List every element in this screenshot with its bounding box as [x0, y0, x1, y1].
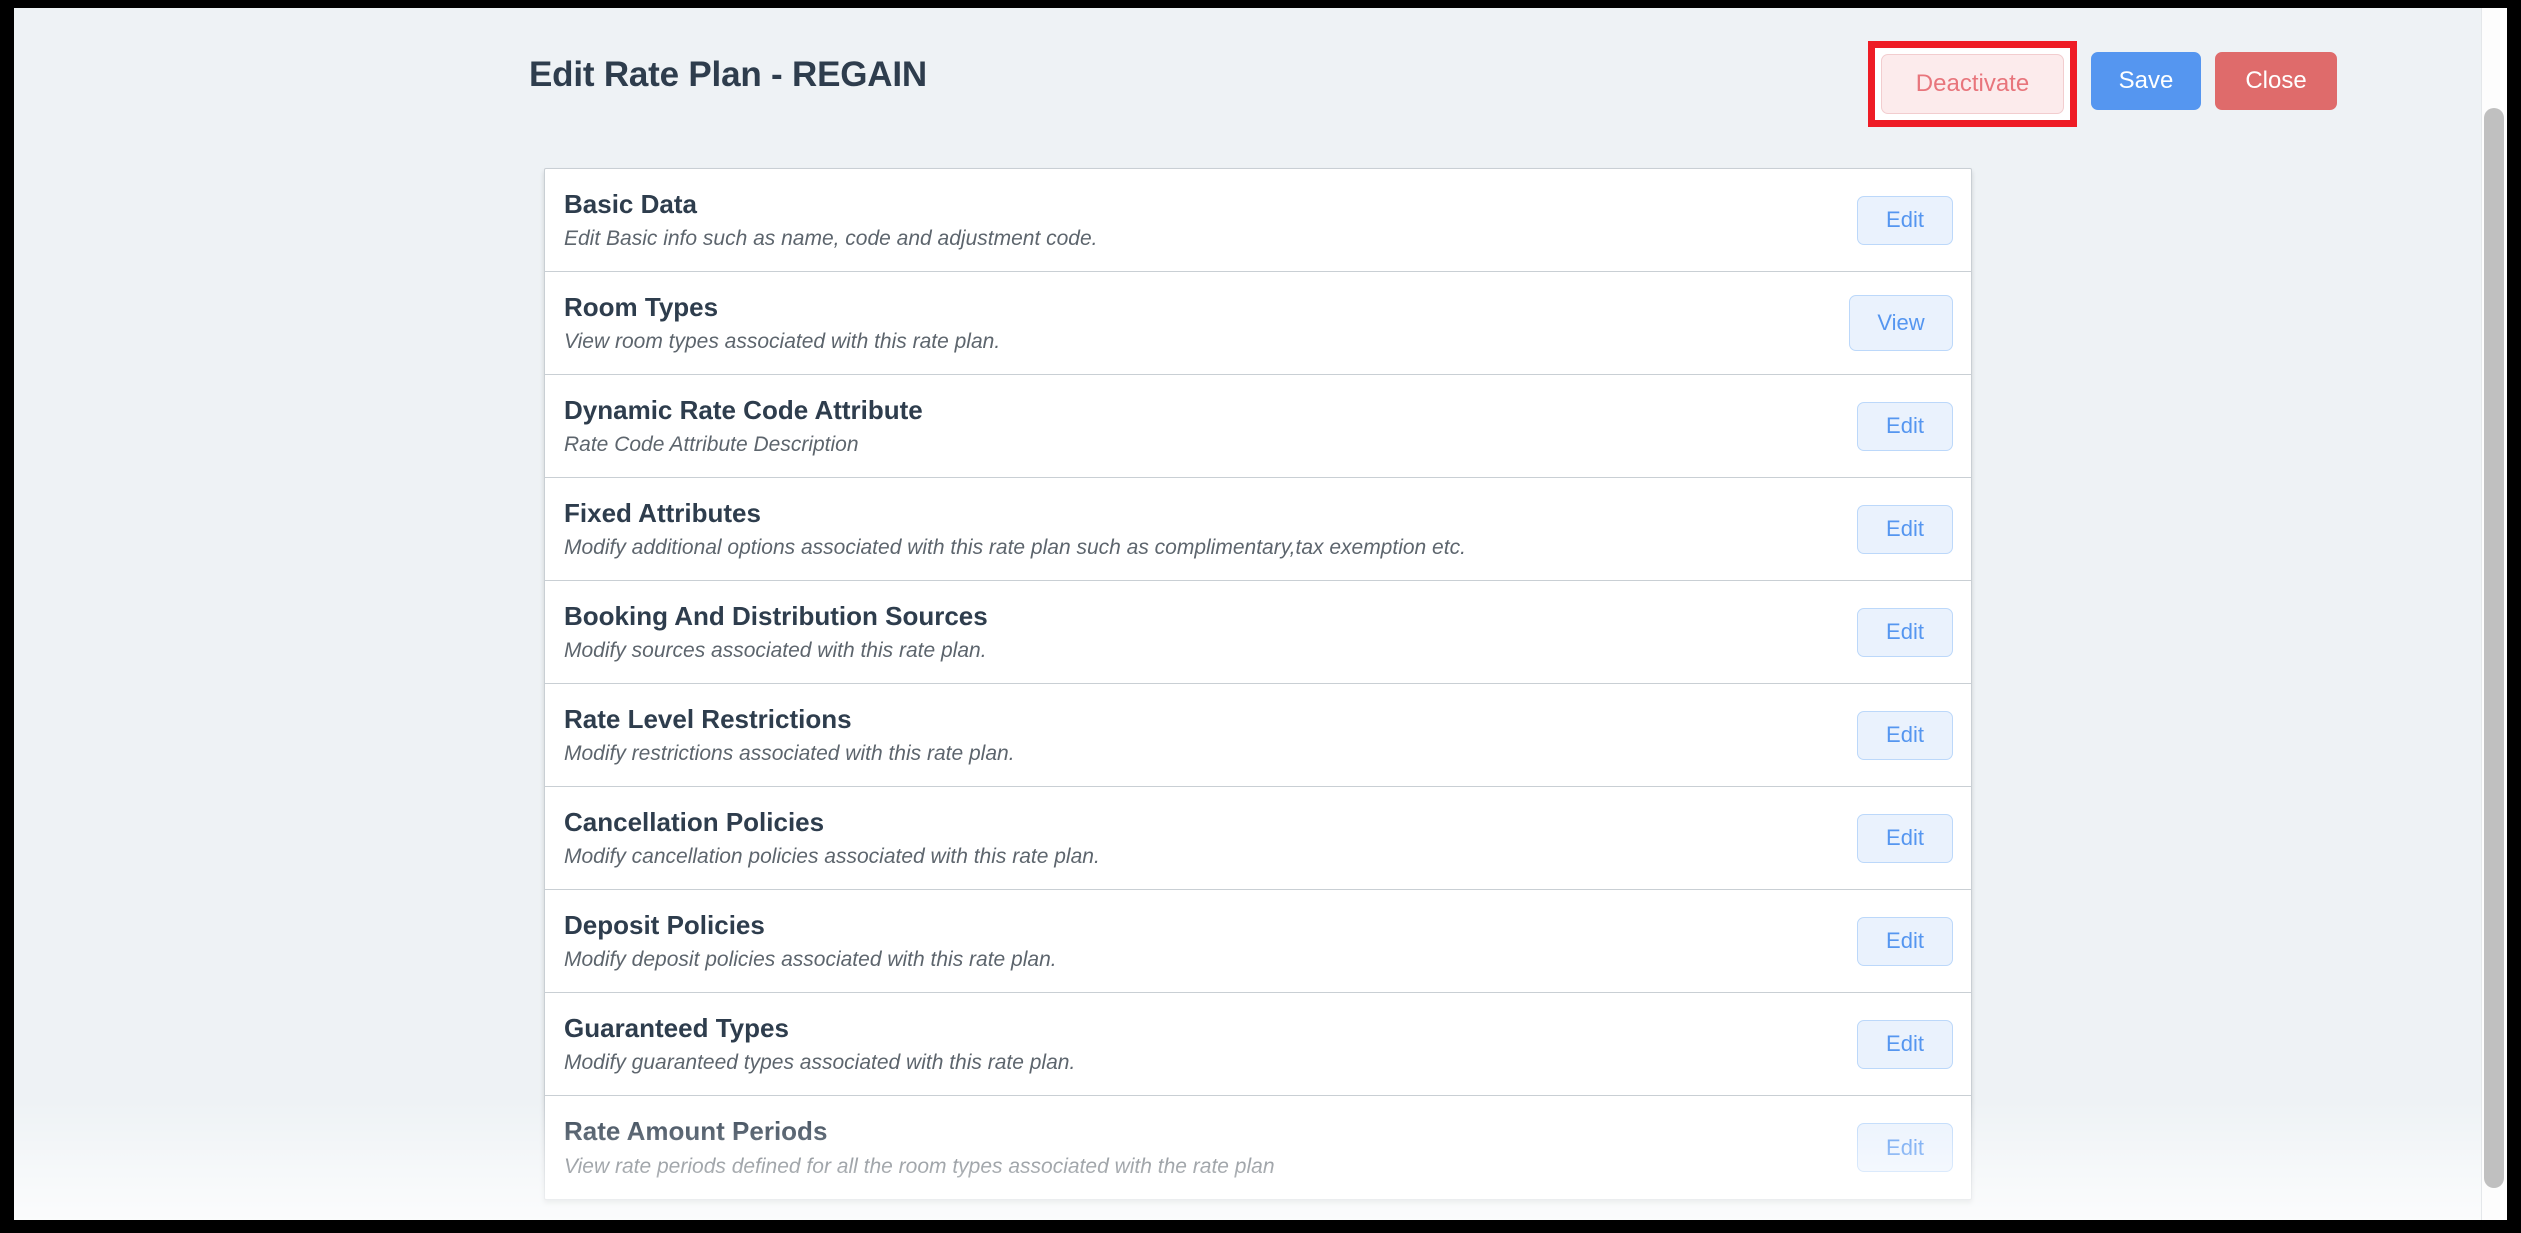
section-action: Edit [1803, 711, 1953, 760]
page-header: Edit Rate Plan - REGAIN Deactivate Save … [14, 8, 2466, 136]
annotation-highlight-box: Deactivate [1868, 41, 2077, 127]
section-description: Modify cancellation policies associated … [564, 845, 1803, 868]
section-title: Fixed Attributes [564, 499, 1803, 528]
section-action: Edit [1803, 1020, 1953, 1069]
section-title: Cancellation Policies [564, 808, 1803, 837]
section-description: View rate periods defined for all the ro… [564, 1155, 1803, 1178]
section-row: Rate Level Restrictions Modify restrictio… [545, 684, 1971, 787]
section-title: Room Types [564, 293, 1803, 322]
section-text: Dynamic Rate Code Attribute Rate Code Att… [564, 396, 1803, 457]
section-title: Guaranteed Types [564, 1014, 1803, 1043]
section-title: Deposit Policies [564, 911, 1803, 940]
edit-button[interactable]: Edit [1857, 1123, 1953, 1172]
section-text: Cancellation Policies Modify cancellation… [564, 808, 1803, 869]
header-action-buttons: Deactivate Save Close [1868, 52, 2337, 127]
save-button[interactable]: Save [2091, 52, 2201, 110]
section-title: Basic Data [564, 190, 1803, 219]
edit-button[interactable]: Edit [1857, 402, 1953, 451]
section-text: Basic Data Edit Basic info such as name, … [564, 190, 1803, 251]
section-description: Modify sources associated with this rate… [564, 639, 1803, 662]
edit-button[interactable]: Edit [1857, 196, 1953, 245]
section-title: Rate Amount Periods [564, 1117, 1803, 1146]
page-title: Edit Rate Plan - REGAIN [529, 55, 927, 95]
section-text: Rate Amount Periods View rate periods def… [564, 1117, 1803, 1178]
section-row: Basic Data Edit Basic info such as name, … [545, 169, 1971, 272]
section-description: Modify restrictions associated with this… [564, 742, 1803, 765]
section-row: Room Types View room types associated wit… [545, 272, 1971, 375]
section-description: Edit Basic info such as name, code and a… [564, 227, 1803, 250]
section-row: Cancellation Policies Modify cancellation… [545, 787, 1971, 890]
app-viewport: Edit Rate Plan - REGAIN Deactivate Save … [14, 8, 2507, 1220]
edit-button[interactable]: Edit [1857, 711, 1953, 760]
section-action: Edit [1803, 402, 1953, 451]
section-action: Edit [1803, 1123, 1953, 1172]
section-text: Rate Level Restrictions Modify restrictio… [564, 705, 1803, 766]
section-row: Rate Amount Periods View rate periods def… [545, 1096, 1971, 1199]
section-description: Modify additional options associated wit… [564, 536, 1803, 559]
section-title: Booking And Distribution Sources [564, 602, 1803, 631]
deactivate-button[interactable]: Deactivate [1881, 54, 2064, 114]
edit-button[interactable]: Edit [1857, 1020, 1953, 1069]
section-action: View [1803, 295, 1953, 351]
section-text: Guaranteed Types Modify guaranteed types … [564, 1014, 1803, 1075]
view-button[interactable]: View [1849, 295, 1953, 351]
section-row: Booking And Distribution Sources Modify s… [545, 581, 1971, 684]
section-action: Edit [1803, 814, 1953, 863]
section-row: Fixed Attributes Modify additional option… [545, 478, 1971, 581]
section-action: Edit [1803, 917, 1953, 966]
rate-plan-sections-card: Basic Data Edit Basic info such as name, … [544, 168, 1972, 1200]
section-row: Dynamic Rate Code Attribute Rate Code Att… [545, 375, 1971, 478]
section-description: Modify deposit policies associated with … [564, 948, 1803, 971]
section-description: Modify guaranteed types associated with … [564, 1051, 1803, 1074]
section-description: Rate Code Attribute Description [564, 433, 1803, 456]
section-description: View room types associated with this rat… [564, 330, 1803, 353]
edit-button[interactable]: Edit [1857, 917, 1953, 966]
edit-button[interactable]: Edit [1857, 505, 1953, 554]
scrollbar-thumb[interactable] [2484, 108, 2504, 1188]
section-text: Booking And Distribution Sources Modify s… [564, 602, 1803, 663]
vertical-scrollbar[interactable] [2481, 8, 2507, 1220]
section-title: Dynamic Rate Code Attribute [564, 396, 1803, 425]
section-action: Edit [1803, 608, 1953, 657]
section-text: Room Types View room types associated wit… [564, 293, 1803, 354]
close-button[interactable]: Close [2215, 52, 2337, 110]
section-action: Edit [1803, 196, 1953, 245]
section-action: Edit [1803, 505, 1953, 554]
section-text: Deposit Policies Modify deposit policies … [564, 911, 1803, 972]
edit-button[interactable]: Edit [1857, 814, 1953, 863]
section-row: Guaranteed Types Modify guaranteed types … [545, 993, 1971, 1096]
section-text: Fixed Attributes Modify additional option… [564, 499, 1803, 560]
section-title: Rate Level Restrictions [564, 705, 1803, 734]
section-row: Deposit Policies Modify deposit policies … [545, 890, 1971, 993]
edit-button[interactable]: Edit [1857, 608, 1953, 657]
